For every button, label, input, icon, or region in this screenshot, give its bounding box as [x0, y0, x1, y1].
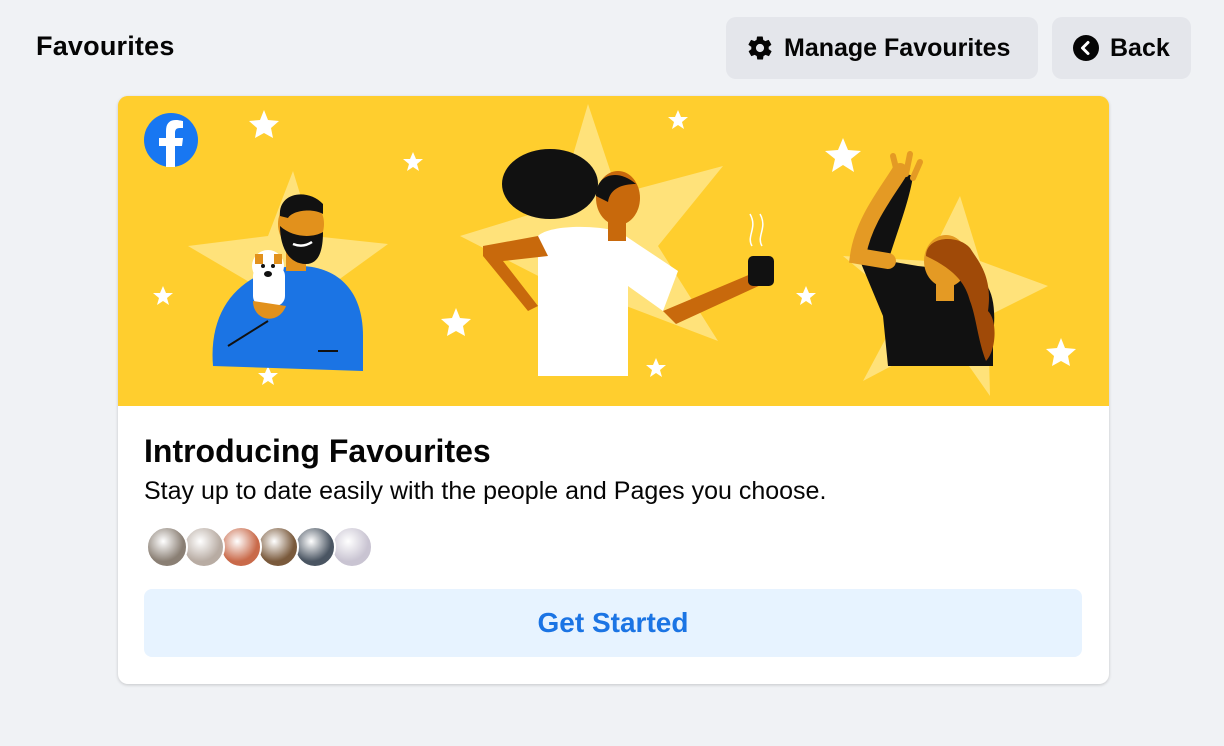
avatar-4	[257, 526, 299, 568]
avatar-5	[294, 526, 336, 568]
page-title: Favourites	[36, 31, 175, 61]
avatar-stack	[146, 526, 373, 568]
avatar-3	[220, 526, 262, 568]
manage-favourites-button[interactable]: Manage Favourites	[726, 17, 1038, 79]
avatar-6	[331, 526, 373, 568]
facebook-logo	[144, 113, 198, 167]
top-bar: Favourites Manage Favourites Back	[0, 0, 1224, 96]
card-subtitle: Stay up to date easily with the people a…	[144, 477, 827, 505]
back-label: Back	[1110, 33, 1170, 62]
favourites-intro-card: Introducing Favourites Stay up to date e…	[118, 96, 1109, 684]
avatar-2	[183, 526, 225, 568]
card-title: Introducing Favourites	[144, 433, 491, 469]
back-button[interactable]: Back	[1052, 17, 1191, 79]
manage-favourites-label: Manage Favourites	[784, 33, 1011, 62]
chevron-left-circle-icon	[1072, 34, 1100, 62]
avatar-1	[146, 526, 188, 568]
gear-icon	[746, 34, 774, 62]
get-started-button[interactable]: Get Started	[144, 589, 1082, 657]
banner-illustration	[118, 96, 1109, 406]
